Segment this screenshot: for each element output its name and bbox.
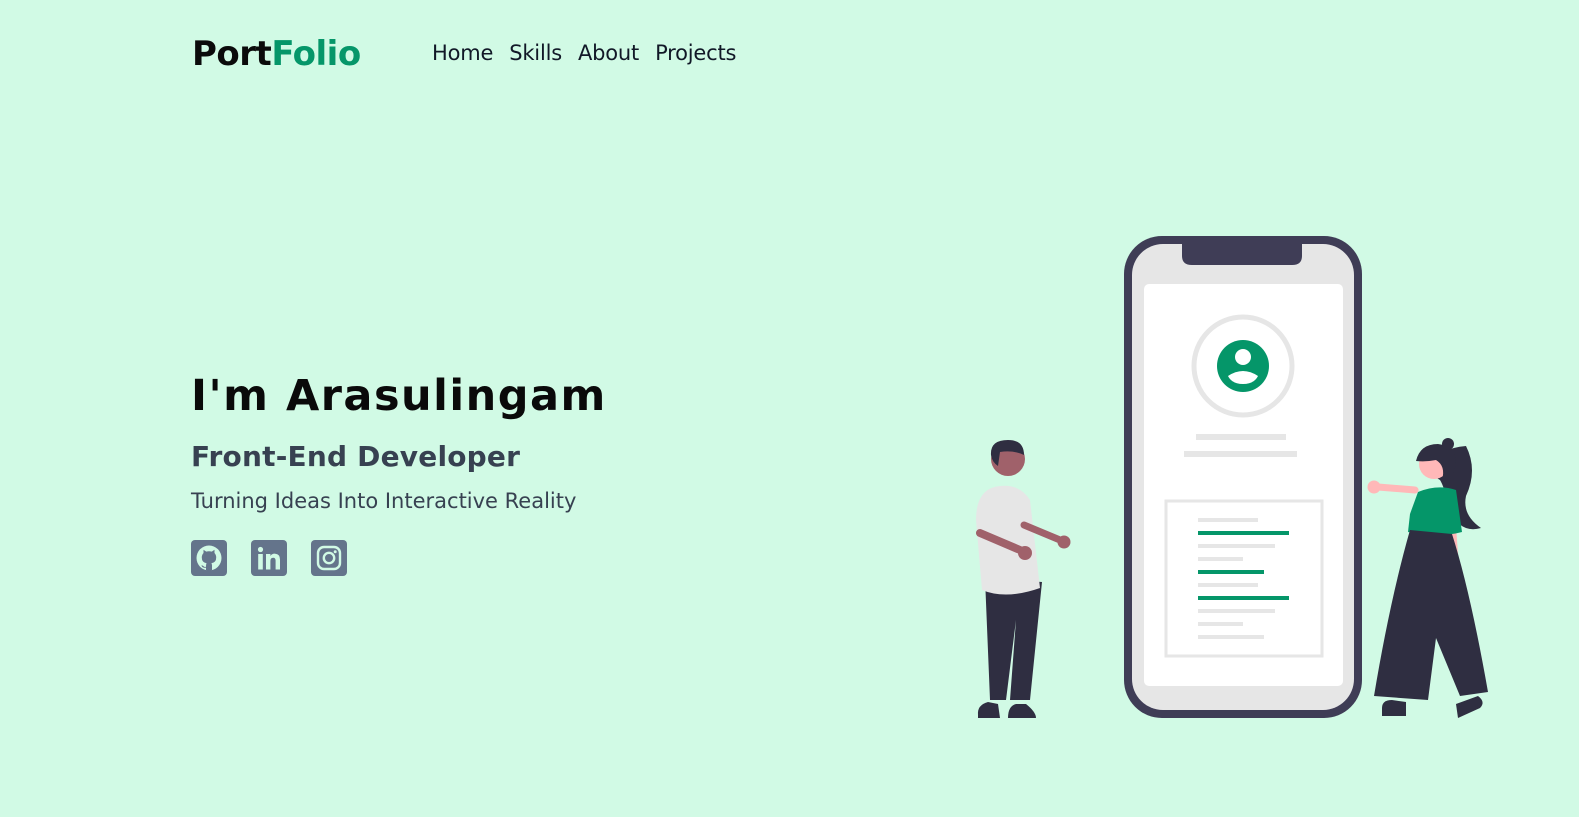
man-figure [976,440,1071,718]
instagram-link[interactable] [311,540,347,576]
logo-part-port: Port [192,34,272,74]
github-link[interactable] [191,540,227,576]
github-icon [191,540,227,576]
linkedin-link[interactable] [251,540,287,576]
nav-link-home[interactable]: Home [432,41,493,65]
hero-illustration [976,236,1488,718]
logo-part-folio: Folio [271,34,361,74]
nav-link-skills[interactable]: Skills [509,41,562,65]
social-links [191,540,607,576]
instagram-icon [311,540,347,576]
main-nav: Home Skills About Projects [432,41,736,65]
nav-link-projects[interactable]: Projects [655,41,736,65]
info-card [1164,499,1324,658]
hero-tagline: Turning Ideas Into Interactive Reality [191,489,577,513]
portfolio-page: PortFolio Home Skills About Projects I'm… [0,0,1579,817]
hero-section: I'm Arasulingam Front-End Developer Turn… [191,370,607,576]
woman-figure [1367,438,1488,718]
hero-role: Front-End Developer [191,440,521,473]
hero-title: I'm Arasulingam [191,371,607,421]
nav-link-about[interactable]: About [578,41,639,65]
logo[interactable]: PortFolio [192,34,361,74]
linkedin-icon [251,540,287,576]
